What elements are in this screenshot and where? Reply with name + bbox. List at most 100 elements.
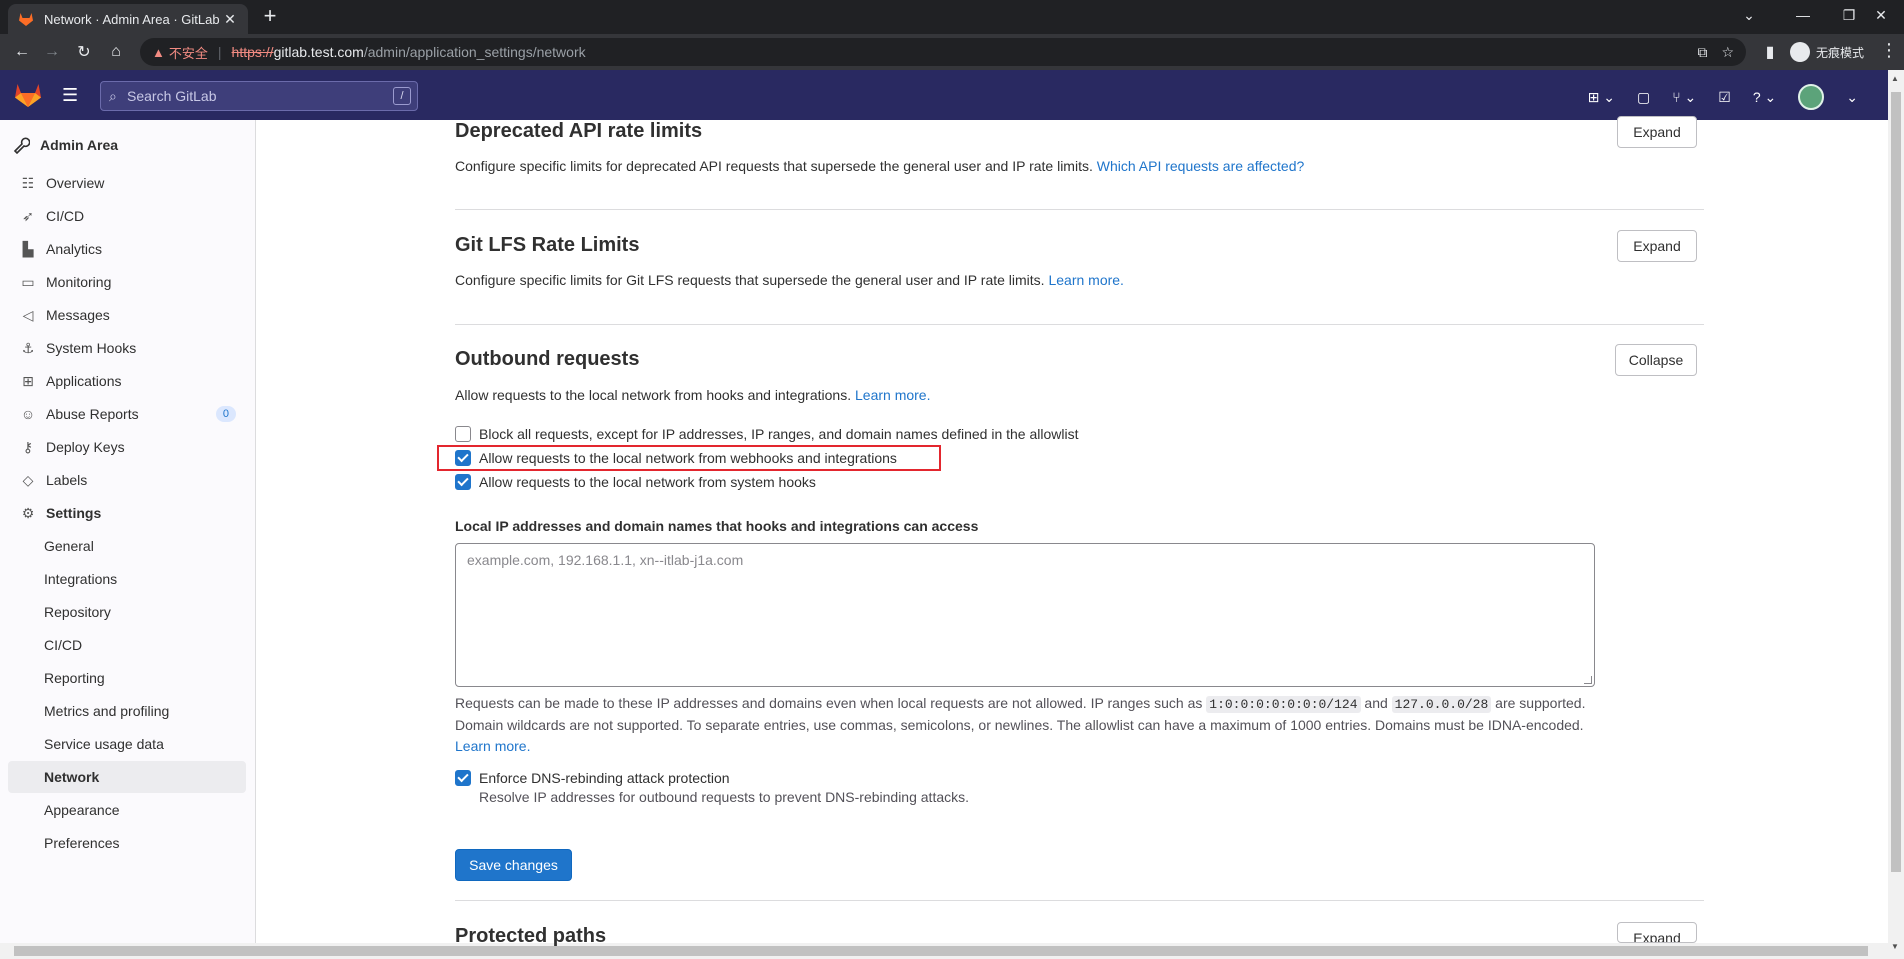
search-input[interactable]: ⌕ Search GitLab / [100,81,418,111]
protected-paths-title: Protected paths [455,925,607,947]
new-tab-button[interactable]: + [258,5,282,29]
sidebar-item-labels[interactable]: ◇ Labels [20,468,236,492]
sidebar-item-cicd[interactable]: ➶ CI/CD [20,204,236,228]
address-bar[interactable]: ▲ 不安全 | https:// gitlab.test.com /admin/… [140,38,1746,66]
sidebar-item-analytics[interactable]: ▙ Analytics [20,237,236,261]
sidebar-item-overview[interactable]: ☷ Overview [20,171,236,195]
tab-search-icon[interactable]: ⌄ [1726,0,1772,30]
block-all-requests-checkbox[interactable] [455,426,471,442]
gitlab-logo-icon[interactable] [14,82,42,108]
block-all-requests-option[interactable]: Block all requests, except for IP addres… [455,424,1078,444]
omnibox-separator: | [217,44,222,60]
outbound-collapse-button[interactable]: Collapse [1615,344,1697,376]
dns-rebinding-checkbox[interactable] [455,770,471,786]
deprecated-api-desc-text: Configure specific limits for deprecated… [455,158,1093,174]
scroll-up-icon[interactable]: ▲ [1891,74,1899,83]
incognito-profile[interactable]: 无痕模式 [1790,40,1864,64]
sidebar-item-label: Labels [46,472,88,488]
deprecated-api-expand-button[interactable]: Expand [1617,116,1697,148]
chart-icon: ▙ [22,241,34,257]
ipv6-range-example: 1:0:0:0:0:0:0:0/124 [1206,696,1361,713]
settings-gear-icon: ⚙ [21,505,35,521]
browser-menu-icon[interactable]: ⋮ [1880,40,1898,61]
allow-system-hooks-local-checkbox[interactable] [455,474,471,490]
sidebar-sub-preferences[interactable]: Preferences [44,831,119,855]
checkbox-label: Allow requests to the local network from… [479,474,816,490]
sidebar-item-monitoring[interactable]: ▭ Monitoring [20,270,236,294]
outbound-learn-more-link[interactable]: Learn more. [855,387,930,403]
scroll-down-icon[interactable]: ▼ [1891,942,1899,951]
search-placeholder: Search GitLab [127,88,217,104]
sidebar-sub-integrations[interactable]: Integrations [44,567,117,591]
translate-icon[interactable]: ⧉ [1697,44,1707,61]
sidebar-sub-service-usage[interactable]: Service usage data [44,732,164,756]
vertical-scrollbar[interactable]: ▲ ▼ [1888,70,1904,959]
side-panel-icon[interactable]: ▮ [1758,40,1782,64]
help-icon[interactable]: ? ⌄ [1753,89,1776,106]
sidebar-sub-appearance[interactable]: Appearance [44,798,120,822]
dns-rebinding-option[interactable]: Enforce DNS-rebinding attack protection [455,768,730,788]
bookmark-star-icon[interactable]: ☆ [1721,44,1734,61]
save-changes-button[interactable]: Save changes [455,849,572,881]
highlight-annotation [437,445,941,471]
sidebar-item-label: CI/CD [46,208,85,224]
minimize-icon[interactable]: — [1780,0,1826,30]
resize-grip-icon[interactable] [1584,676,1592,684]
sidebar-item-applications[interactable]: ⊞ Applications [20,369,236,393]
close-tab-icon[interactable]: ✕ [222,11,238,28]
gitlab-favicon-icon [19,13,33,26]
sidebar-sub-general[interactable]: General [44,534,94,558]
gitlab-top-nav: ☰ ⌕ Search GitLab / ⊞ ⌄ ▢ ⑂ ⌄ ☑ ? ⌄ ⌄ [0,70,1888,120]
sidebar-item-deploy-keys[interactable]: ⚷ Deploy Keys [20,435,236,459]
user-avatar[interactable] [1798,84,1825,110]
sidebar-header[interactable]: Admin Area [12,130,118,160]
sidebar-sub-network[interactable]: Network [44,765,99,789]
back-icon[interactable]: ← [10,40,34,64]
protected-paths-expand-button[interactable]: Expand [1617,922,1697,943]
dns-rebinding-help: Resolve IP addresses for outbound reques… [479,789,970,805]
smiley-icon: ☺ [20,406,36,422]
allowlist-learn-more-link[interactable]: Learn more. [455,738,530,754]
search-icon: ⌕ [109,88,117,104]
deprecated-api-link[interactable]: Which API requests are affected? [1097,158,1305,174]
sidebar-sub-cicd[interactable]: CI/CD [44,633,82,657]
home-icon[interactable]: ⌂ [104,40,128,64]
user-menu-chevron-icon[interactable]: ⌄ [1846,89,1858,106]
forward-icon[interactable]: → [40,40,64,64]
monitor-icon: ▭ [21,274,35,290]
profile-label: 无痕模式 [1816,45,1865,60]
create-new-icon[interactable]: ⊞ ⌄ [1588,89,1615,106]
sidebar-sub-reporting[interactable]: Reporting [44,666,105,690]
sidebar-item-label: Overview [46,175,105,191]
tab-title: Network · Admin Area · GitLab [44,11,220,27]
allowlist-textarea[interactable]: example.com, 192.168.1.1, xn--itlab-j1a.… [455,543,1595,687]
git-lfs-learn-more-link[interactable]: Learn more. [1048,272,1123,288]
admin-sidebar: Admin Area ☷ Overview ➶ CI/CD ▙ Analytic… [0,120,256,943]
sidebar-item-abuse-reports[interactable]: ☺ Abuse Reports 0 [20,402,236,426]
sidebar-item-label: Deploy Keys [46,439,125,455]
merge-requests-icon[interactable]: ⑂ ⌄ [1672,89,1696,106]
git-lfs-expand-button[interactable]: Expand [1617,230,1697,262]
sidebar-sub-metrics[interactable]: Metrics and profiling [44,699,169,723]
git-lfs-description: Configure specific limits for Git LFS re… [455,272,1124,288]
browser-tab[interactable]: Network · Admin Area · GitLab ✕ [8,4,248,34]
reload-icon[interactable]: ↻ [72,40,96,64]
url-path: /admin/application_settings/network [363,44,586,60]
sidebar-item-system-hooks[interactable]: ⚓ System Hooks [20,336,236,360]
issues-icon[interactable]: ▢ [1637,89,1650,106]
url-host: gitlab.test.com [273,44,364,60]
sidebar-sub-repository[interactable]: Repository [44,600,111,624]
outbound-desc-text: Allow requests to the local network from… [455,387,852,403]
horizontal-scrollbar[interactable] [0,943,1888,959]
ipv4-range-example: 127.0.0.0/28 [1391,696,1492,713]
vertical-scroll-thumb[interactable] [1891,92,1901,872]
sidebar-item-settings[interactable]: ⚙ Settings [20,501,236,525]
sidebar-item-messages[interactable]: ◁ Messages [20,303,236,327]
close-window-icon[interactable]: ✕ [1858,0,1904,30]
git-lfs-desc-text: Configure specific limits for Git LFS re… [455,272,1045,288]
menu-hamburger-icon[interactable]: ☰ [62,85,80,105]
allow-system-hooks-local-option[interactable]: Allow requests to the local network from… [455,472,816,492]
horizontal-scroll-thumb[interactable] [14,946,1868,956]
todos-icon[interactable]: ☑ [1718,89,1731,106]
label-tag-icon: ◇ [22,472,34,488]
